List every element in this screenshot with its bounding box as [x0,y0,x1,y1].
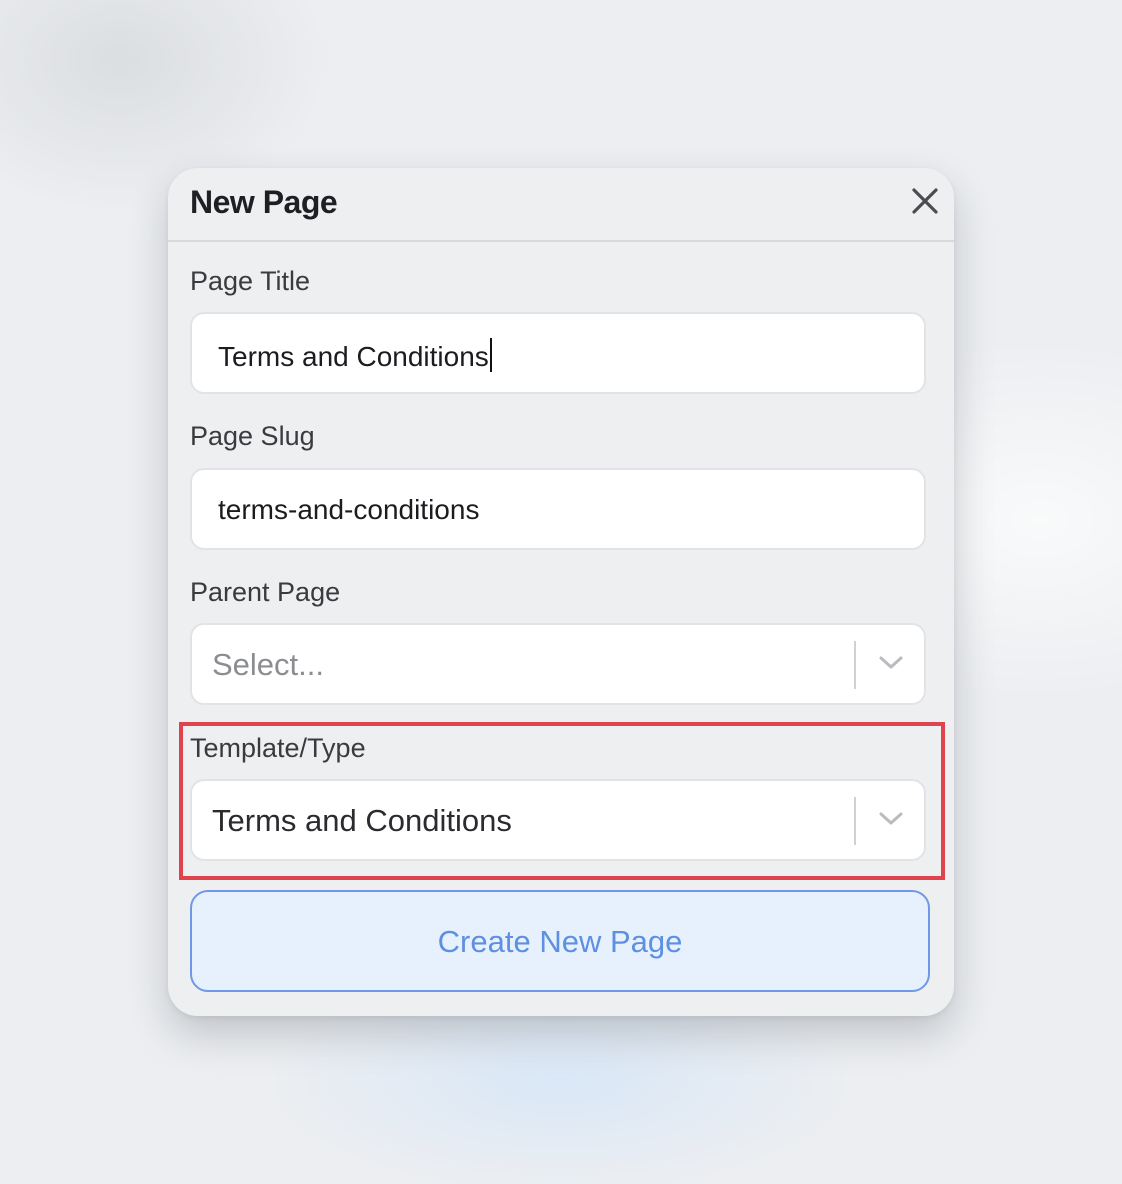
dialog-header: New Page [168,168,954,242]
parent-page-select[interactable]: Select... [190,623,926,705]
text-caret [489,338,492,372]
page-title-text: Terms and Conditions [218,341,489,372]
select-divider [854,797,856,845]
create-button-label: Create New Page [437,924,683,959]
parent-page-placeholder: Select... [212,647,324,682]
page-title-label: Page Title [190,266,311,296]
chevron-down-icon[interactable] [878,655,904,671]
page-title-input[interactable]: Terms and Conditions [190,312,926,394]
template-type-select[interactable]: Terms and Conditions [190,779,926,861]
page-title-value: Terms and Conditions [218,338,492,373]
close-button[interactable] [908,184,942,218]
chevron-down-icon[interactable] [878,811,904,827]
page-slug-value: terms-and-conditions [218,494,480,525]
parent-page-label: Parent Page [190,577,341,607]
page-slug-input[interactable]: terms-and-conditions [190,468,926,550]
select-divider [854,641,856,689]
new-page-dialog: New Page Page Title Terms and Conditions… [168,168,954,1016]
template-type-selected: Terms and Conditions [212,803,512,838]
close-icon [912,188,938,214]
create-new-page-button[interactable]: Create New Page [190,890,930,992]
page-slug-label: Page Slug [190,421,315,451]
dialog-title: New Page [190,184,338,220]
template-type-label: Template/Type [190,733,366,763]
